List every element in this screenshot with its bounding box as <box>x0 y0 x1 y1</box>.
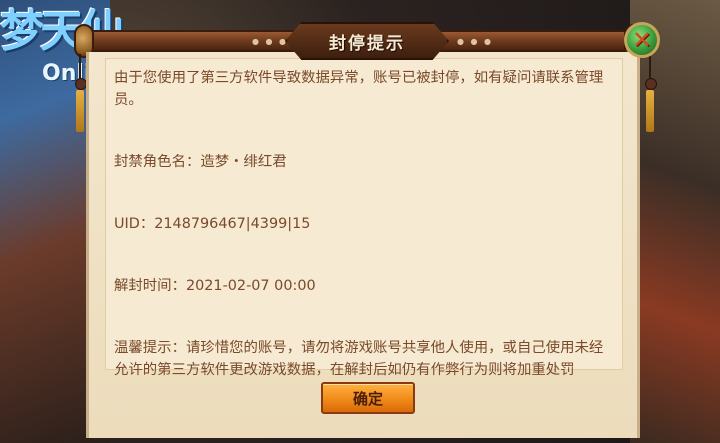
uid-text: UID：2148796467|4399|15 <box>114 216 311 232</box>
message-panel: 由于您使用了第三方软件导致数据异常，账号已被封停，如有疑问请联系管理员。 封禁角… <box>105 58 623 378</box>
ban-notice-dialog: 由于您使用了第三方软件导致数据异常，账号已被封停，如有疑问请联系管理员。 封禁角… <box>74 22 660 439</box>
dialog-title: 封停提示 <box>329 33 405 54</box>
title-ornament-right: ● ● ● <box>457 37 494 46</box>
unban-time-text: 解封时间：2021-02-07 00:00 <box>114 278 316 294</box>
confirm-button[interactable]: 确定 <box>321 382 415 414</box>
close-icon: ✕ <box>631 26 653 54</box>
tassel-left <box>74 54 87 134</box>
title-plate: 封停提示 <box>285 22 449 60</box>
title-ornament-left: ● ● ● <box>252 37 289 46</box>
scroll-body: 由于您使用了第三方软件导致数据异常，账号已被封停，如有疑问请联系管理员。 封禁角… <box>86 52 640 438</box>
banned-role-text: 封禁角色名：造梦・绯红君 <box>114 154 287 170</box>
tassel-right <box>644 54 657 134</box>
close-button[interactable]: ✕ <box>624 22 660 58</box>
ban-reason-text: 由于您使用了第三方软件导致数据异常，账号已被封停，如有疑问请联系管理员。 <box>114 70 604 108</box>
warning-text: 温馨提示：请珍惜您的账号，请勿将游戏账号共享他人使用，或自己使用未经允许的第三方… <box>114 340 604 378</box>
